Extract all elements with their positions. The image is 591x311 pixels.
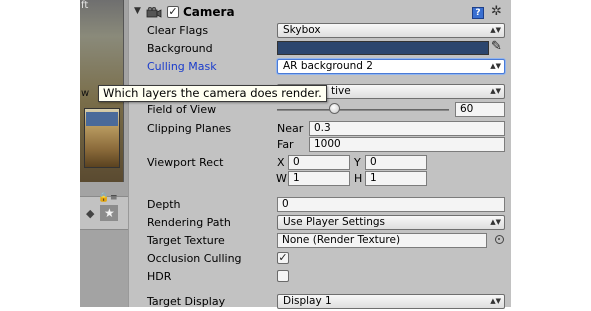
occlusion-culling-label: Occlusion Culling [147, 252, 242, 265]
menu-icon[interactable]: ≡ [110, 193, 118, 203]
dropdown-arrows-icon: ▲▼ [490, 87, 501, 95]
scene-overlay-text: ft [81, 0, 89, 11]
eyedropper-icon[interactable]: ✎ [491, 39, 502, 54]
clear-flags-value: Skybox [283, 24, 321, 36]
target-texture-field[interactable]: None (Render Texture) [277, 233, 487, 248]
object-picker-icon[interactable] [495, 235, 504, 244]
rendering-path-label: Rendering Path [147, 216, 231, 229]
background-label: Background [147, 42, 213, 55]
dropdown-arrows-icon: ▲▼ [490, 218, 501, 226]
dropdown-arrows-icon: ▲▼ [490, 62, 501, 70]
clear-flags-label: Clear Flags [147, 24, 209, 37]
field-of-view-slider[interactable] [277, 109, 449, 111]
gear-icon[interactable]: ✲ [491, 4, 502, 19]
viewport-rect-label: Viewport Rect [147, 156, 224, 169]
near-label: Near [277, 122, 304, 135]
field-of-view-label: Field of View [147, 103, 217, 116]
left-margin [0, 0, 80, 307]
clear-flags-dropdown[interactable]: Skybox ▲▼ [277, 23, 505, 38]
background-row: Background ✎ [129, 39, 512, 58]
hdr-row: HDR [129, 268, 512, 286]
star-icon: ★ [104, 206, 115, 220]
camera-icon [146, 7, 162, 18]
viewport-y-input[interactable]: 0 [365, 155, 427, 170]
dropdown-arrows-icon: ▲▼ [490, 297, 501, 305]
culling-mask-tooltip: Which layers the camera does render. [98, 85, 327, 102]
scene-edge-text: w [81, 88, 90, 99]
inspector-panel: ▼ ✓ Camera ? ✲ Clear Flags Skybox ▲▼ Bac… [128, 0, 512, 309]
viewport-h-input[interactable]: 1 [365, 171, 427, 186]
dropdown-arrows-icon: ▲▼ [490, 26, 501, 34]
culling-mask-row: Culling Mask AR background 2 ▲▼ [129, 58, 512, 76]
target-display-label: Target Display [147, 295, 226, 308]
rendering-path-dropdown[interactable]: Use Player Settings ▲▼ [277, 215, 505, 230]
occlusion-culling-row: Occlusion Culling ✓ [129, 250, 512, 268]
left-toolbar: 🔒 ≡ ◆ ★ [80, 193, 128, 230]
far-label: Far [277, 138, 294, 151]
clipping-planes-label: Clipping Planes [147, 122, 232, 135]
right-margin [511, 0, 591, 307]
hdr-checkbox[interactable] [277, 270, 289, 282]
clipping-far-row: Far 1000 [129, 136, 512, 154]
rendering-path-value: Use Player Settings [283, 216, 386, 228]
field-of-view-slider-thumb[interactable] [328, 103, 340, 114]
clear-flags-row: Clear Flags Skybox ▲▼ [129, 22, 512, 40]
far-input[interactable]: 1000 [309, 137, 505, 152]
depth-input[interactable]: 0 [277, 197, 505, 212]
viewport-w-input[interactable]: 1 [288, 171, 350, 186]
hdr-label: HDR [147, 270, 172, 283]
target-texture-row: Target Texture None (Render Texture) [129, 232, 512, 250]
foldout-arrow-icon[interactable]: ▼ [134, 6, 141, 16]
component-enabled-checkbox[interactable]: ✓ [167, 6, 179, 18]
viewport-h-label: H [354, 172, 363, 185]
component-header[interactable]: ▼ ✓ Camera ? ✲ [129, 4, 512, 22]
viewport-x-label: X [277, 156, 285, 169]
target-display-value: Display 1 [283, 295, 332, 307]
component-title: Camera [183, 5, 235, 19]
target-texture-label: Target Texture [147, 234, 225, 247]
help-icon[interactable]: ? [472, 7, 484, 19]
depth-row: Depth 0 [129, 196, 512, 214]
culling-mask-label: Culling Mask [147, 60, 217, 73]
background-color-field[interactable] [277, 41, 489, 55]
target-display-row: Target Display Display 1 ▲▼ [129, 293, 512, 311]
viewport-y-label: Y [354, 156, 361, 169]
viewport-w-label: W [276, 172, 287, 185]
camera-preview-sky [86, 112, 118, 126]
occlusion-culling-checkbox[interactable]: ✓ [277, 252, 289, 264]
viewport-wh-row: W 1 H 1 [129, 170, 512, 188]
culling-mask-dropdown[interactable]: AR background 2 ▲▼ [277, 59, 505, 74]
near-input[interactable]: 0.3 [309, 121, 505, 136]
depth-label: Depth [147, 198, 181, 211]
rendering-path-row: Rendering Path Use Player Settings ▲▼ [129, 214, 512, 232]
viewport-x-input[interactable]: 0 [288, 155, 350, 170]
tag-icon[interactable]: ◆ [86, 207, 94, 220]
field-of-view-row: Field of View 60 [129, 101, 512, 119]
culling-mask-value: AR background 2 [283, 60, 373, 72]
field-of-view-input[interactable]: 60 [455, 102, 505, 117]
lock-icon[interactable]: 🔒 [98, 193, 109, 203]
